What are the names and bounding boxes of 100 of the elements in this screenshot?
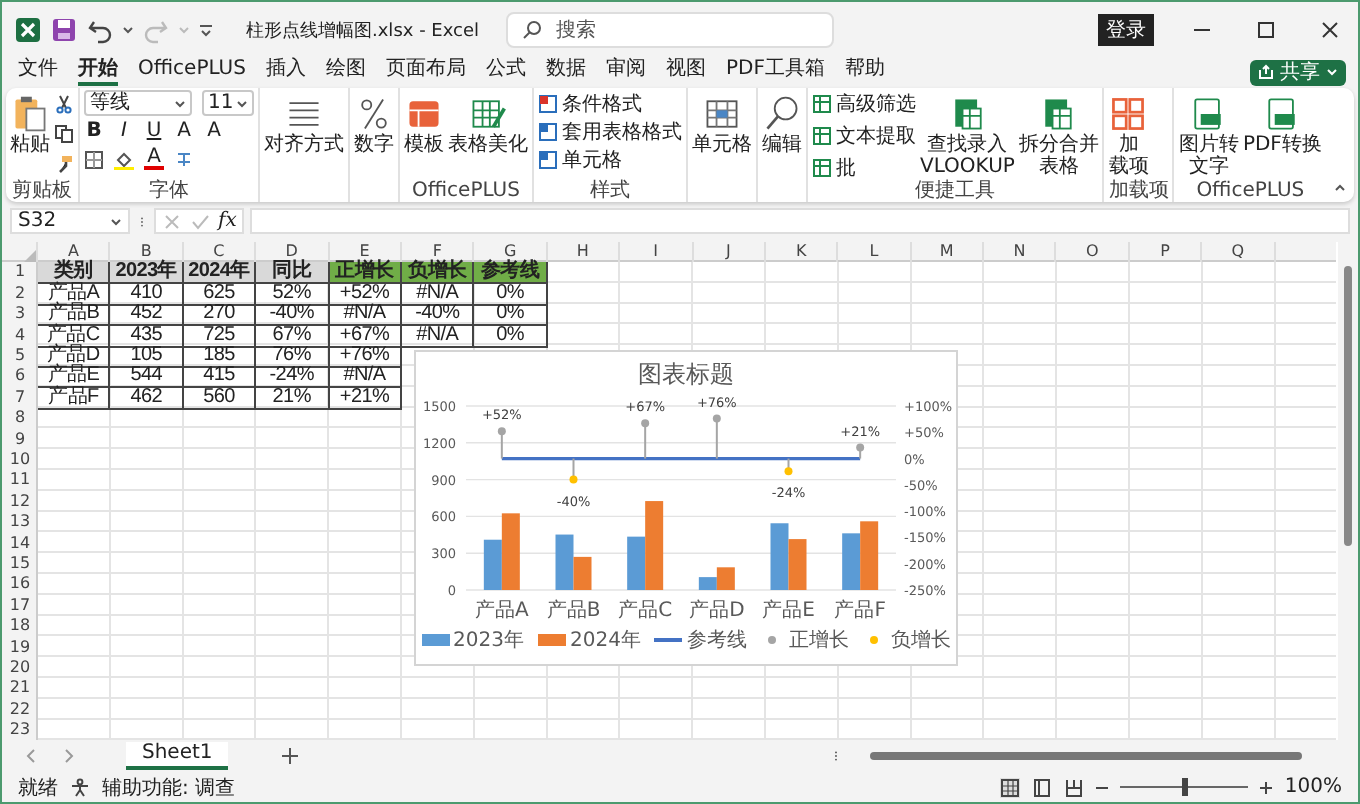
check-icon[interactable]: [190, 211, 210, 232]
row-number[interactable]: 17: [2, 595, 38, 617]
column-header[interactable]: L: [838, 242, 912, 263]
row-number[interactable]: 21: [2, 678, 38, 700]
scrollbar-thumb[interactable]: [1344, 266, 1353, 547]
font-name-field[interactable]: 等线: [84, 90, 192, 117]
share-button[interactable]: 共享: [1250, 59, 1346, 86]
row-number[interactable]: 19: [2, 637, 38, 658]
italic-button[interactable]: I: [114, 120, 134, 143]
row-number[interactable]: 6: [2, 366, 38, 389]
row-number[interactable]: 15: [2, 553, 38, 575]
shrink-font-button[interactable]: A: [204, 120, 224, 143]
formula-input[interactable]: [250, 208, 1350, 235]
zoom-level[interactable]: 100%: [1284, 776, 1342, 799]
row-number[interactable]: 4: [2, 325, 38, 348]
menu-tab[interactable]: PDF工具箱: [725, 58, 825, 87]
accessibility-status[interactable]: 辅助功能: 调查: [102, 773, 236, 802]
officeplus-button[interactable]: 表格美化: [448, 89, 528, 156]
row-number[interactable]: 14: [2, 533, 38, 554]
column-header[interactable]: O: [1056, 242, 1130, 263]
zoom-in-icon[interactable]: [1260, 781, 1273, 794]
menu-tab[interactable]: 页面布局: [385, 58, 466, 87]
login-button[interactable]: 登录: [1098, 14, 1154, 47]
tool-button[interactable]: 查找录入 VLOOKUP: [920, 89, 1015, 178]
row-number[interactable]: 3: [2, 304, 38, 327]
number-button[interactable]: 数字: [354, 89, 394, 156]
copy-icon[interactable]: [54, 123, 74, 144]
customize-icon[interactable]: [198, 22, 214, 39]
menu-tab[interactable]: 绘图: [325, 58, 366, 87]
addins-button[interactable]: 加 载项: [1108, 89, 1149, 178]
row-number[interactable]: 8: [2, 408, 38, 430]
menu-tab[interactable]: 视图: [665, 58, 706, 87]
style-button[interactable]: 单元格: [538, 149, 622, 172]
menu-tab[interactable]: 帮助: [844, 58, 885, 87]
accessibility-icon[interactable]: [70, 777, 90, 798]
save-icon[interactable]: [50, 16, 78, 45]
fill-color-icon[interactable]: [114, 149, 134, 170]
maximize-icon[interactable]: [1256, 20, 1276, 41]
row-number[interactable]: 20: [2, 657, 38, 679]
caret-icon[interactable]: [122, 24, 134, 37]
add-sheet-icon[interactable]: [280, 746, 301, 767]
tool-button[interactable]: 文本提取: [812, 125, 916, 148]
column-header[interactable]: I: [620, 242, 694, 263]
menu-tab[interactable]: 审阅: [605, 58, 646, 87]
menu-tab[interactable]: 数据: [545, 58, 586, 87]
row-number[interactable]: 13: [2, 512, 38, 534]
zoom-out-icon[interactable]: [1096, 781, 1109, 794]
column-header[interactable]: P: [1129, 242, 1203, 263]
officeplus-button[interactable]: 模板: [404, 89, 444, 156]
sheet-tab[interactable]: Sheet1: [126, 742, 229, 771]
grow-font-button[interactable]: A: [174, 120, 194, 143]
undo-icon[interactable]: [86, 16, 114, 45]
row-number[interactable]: 5: [2, 346, 38, 369]
row-number[interactable]: 22: [2, 699, 38, 721]
scrollbar-thumb[interactable]: [870, 752, 1302, 761]
column-header[interactable]: K: [765, 242, 839, 263]
column-header[interactable]: N: [984, 242, 1057, 263]
search-field[interactable]: 搜索: [506, 12, 834, 49]
caret-icon[interactable]: [236, 97, 248, 110]
column-header[interactable]: J: [693, 242, 766, 263]
caret-icon[interactable]: [174, 97, 186, 110]
convert-button[interactable]: PDF转换: [1242, 89, 1322, 156]
collapse-icon[interactable]: [1334, 181, 1346, 194]
row-number[interactable]: 23: [2, 720, 38, 741]
row-number[interactable]: 11: [2, 470, 38, 492]
row-number[interactable]: 9: [2, 429, 38, 450]
menu-tab[interactable]: OfficePLUS: [138, 58, 246, 87]
tool-button[interactable]: 高级筛选: [812, 93, 916, 116]
style-button[interactable]: 条件格式: [538, 93, 642, 116]
alignment-button[interactable]: 对齐方式: [264, 89, 344, 156]
column-header[interactable]: Q: [1202, 242, 1276, 263]
row-number[interactable]: 2: [2, 283, 38, 306]
row-number[interactable]: 18: [2, 616, 38, 638]
row-number[interactable]: 7: [2, 387, 38, 410]
convert-button[interactable]: 图片转 文字: [1178, 89, 1239, 178]
tool-button[interactable]: 批: [812, 157, 916, 180]
caret-icon[interactable]: [110, 215, 122, 228]
cut-icon[interactable]: [54, 93, 74, 114]
page-break-icon[interactable]: [1064, 777, 1085, 798]
close-icon[interactable]: [1320, 20, 1340, 41]
cells-button[interactable]: 单元格: [692, 89, 752, 156]
menu-tab[interactable]: 插入: [265, 58, 306, 87]
menu-tab[interactable]: 文件: [18, 58, 58, 87]
zoom-slider-thumb[interactable]: [1181, 778, 1188, 797]
normal-view-icon[interactable]: [1000, 777, 1021, 798]
row-number[interactable]: 10: [2, 450, 38, 471]
tool-button[interactable]: 拆分合并 表格: [1018, 89, 1099, 178]
row-number[interactable]: 1: [2, 262, 38, 285]
font-color-button[interactable]: A: [144, 148, 164, 171]
bold-button[interactable]: B: [84, 120, 104, 143]
underline-button[interactable]: U: [144, 120, 164, 143]
style-button[interactable]: 套用表格格式: [538, 121, 682, 144]
insert-function-button[interactable]: fx: [218, 210, 237, 233]
editing-button[interactable]: 编辑: [762, 89, 802, 156]
menu-tab[interactable]: 公式: [485, 58, 526, 87]
column-header[interactable]: M: [911, 242, 985, 263]
format-painter-icon[interactable]: [54, 153, 74, 174]
font-size-field[interactable]: 11: [202, 90, 254, 117]
border-icon[interactable]: [84, 149, 104, 170]
row-number[interactable]: 12: [2, 491, 38, 513]
